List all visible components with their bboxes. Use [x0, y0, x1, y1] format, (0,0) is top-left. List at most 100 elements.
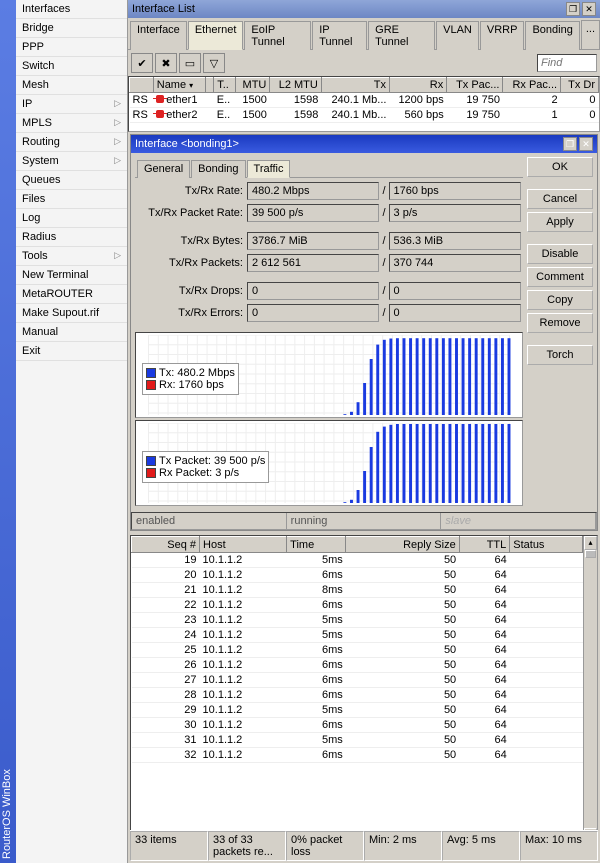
more-tabs-button[interactable]: ... — [581, 20, 600, 49]
interface-dialog-titlebar[interactable]: Interface <bonding1> ❐ ✕ — [131, 135, 597, 153]
ping-row[interactable]: 2210.1.1.26ms5064 — [132, 598, 597, 613]
column-header[interactable]: Time — [287, 537, 346, 553]
sidebar-item-ip[interactable]: IP▷ — [16, 95, 127, 114]
ping-grid[interactable]: Seq #HostTimeReply SizeTTLStatus▾1910.1.… — [130, 535, 598, 843]
column-header[interactable]: Name ▾ — [153, 78, 206, 93]
interface-row[interactable]: RSether2E..15001598240.1 Mb...560 bps19 … — [130, 108, 599, 123]
ping-row[interactable]: 2010.1.1.26ms5064 — [132, 568, 597, 583]
column-header[interactable]: Host — [200, 537, 287, 553]
column-header[interactable]: Reply Size — [346, 537, 459, 553]
ping-row[interactable]: 2310.1.1.25ms5064 — [132, 613, 597, 628]
column-header[interactable]: Seq # — [132, 537, 200, 553]
dialog-status: enabledrunningslave — [131, 512, 597, 530]
sidebar-item-mesh[interactable]: Mesh — [16, 76, 127, 95]
tab-ethernet[interactable]: Ethernet — [188, 21, 244, 50]
ping-row[interactable]: 3110.1.1.25ms5064 — [132, 733, 597, 748]
legend-swatch-icon — [146, 456, 156, 466]
column-header[interactable]: TTL — [459, 537, 510, 553]
ping-row[interactable]: 2610.1.1.26ms5064 — [132, 658, 597, 673]
copy-button[interactable]: Copy — [527, 290, 593, 310]
ping-row[interactable]: 2410.1.1.25ms5064 — [132, 628, 597, 643]
interface-grid[interactable]: Name ▾ T..MTUL2 MTUTxRxTx Pac...Rx Pac...… — [128, 76, 600, 132]
tab-traffic[interactable]: Traffic — [247, 160, 291, 178]
remove-button[interactable]: Remove — [527, 313, 593, 333]
scroll-thumb[interactable] — [585, 550, 596, 558]
tab-eoip-tunnel[interactable]: EoIP Tunnel — [244, 21, 311, 50]
stat-row: Tx/Rx Packets:2 612 561/370 744 — [137, 254, 521, 272]
sidebar-item-new-terminal[interactable]: New Terminal — [16, 266, 127, 285]
ok-button[interactable]: OK — [527, 157, 593, 177]
ok-toolbutton[interactable]: ✔ — [131, 53, 153, 73]
status-cell: slave — [441, 513, 596, 529]
column-header[interactable]: T.. — [214, 78, 236, 93]
find-input[interactable] — [537, 54, 597, 72]
interface-row[interactable]: RSether1E..15001598240.1 Mb...1200 bps19… — [130, 93, 599, 108]
sidebar-item-queues[interactable]: Queues — [16, 171, 127, 190]
column-header[interactable]: L2 MTU — [270, 78, 321, 93]
ping-row[interactable]: 2910.1.1.25ms5064 — [132, 703, 597, 718]
app-title-bar: RouterOS WinBox — [0, 0, 16, 863]
column-header[interactable] — [206, 78, 214, 93]
minimize-button[interactable]: ❐ — [566, 2, 580, 16]
column-header[interactable]: Tx Pac... — [447, 78, 503, 93]
tab-bonding[interactable]: Bonding — [525, 21, 579, 50]
column-header[interactable]: Status — [510, 537, 583, 553]
ping-row[interactable]: 2810.1.1.26ms5064 — [132, 688, 597, 703]
tab-gre-tunnel[interactable]: GRE Tunnel — [368, 21, 435, 50]
sidebar-item-bridge[interactable]: Bridge — [16, 19, 127, 38]
tab-bonding[interactable]: Bonding — [191, 160, 245, 178]
tab-interface[interactable]: Interface — [130, 21, 187, 50]
tab-general[interactable]: General — [137, 160, 190, 178]
vertical-scrollbar[interactable]: ▴ ▾ — [583, 536, 597, 842]
ping-row[interactable]: 3010.1.1.26ms5064 — [132, 718, 597, 733]
filter-toolbutton[interactable]: ▽ — [203, 53, 225, 73]
tx-value: 0 — [247, 304, 379, 322]
rx-value: 370 744 — [389, 254, 521, 272]
sidebar-item-switch[interactable]: Switch — [16, 57, 127, 76]
cancel-toolbutton[interactable]: ✖ — [155, 53, 177, 73]
stat-row: Tx/Rx Rate:480.2 Mbps/1760 bps — [137, 182, 521, 200]
column-header[interactable]: Tx Dr — [561, 78, 599, 93]
sidebar-item-routing[interactable]: Routing▷ — [16, 133, 127, 152]
tx-value: 480.2 Mbps — [247, 182, 379, 200]
cancel-button[interactable]: Cancel — [527, 189, 593, 209]
sidebar-item-manual[interactable]: Manual — [16, 323, 127, 342]
sidebar-item-mpls[interactable]: MPLS▷ — [16, 114, 127, 133]
sidebar-item-ppp[interactable]: PPP — [16, 38, 127, 57]
column-header[interactable]: MTU — [235, 78, 269, 93]
sidebar-item-exit[interactable]: Exit — [16, 342, 127, 361]
ping-row[interactable]: 2710.1.1.26ms5064 — [132, 673, 597, 688]
ping-row[interactable]: 1910.1.1.25ms5064 — [132, 553, 597, 568]
dialog-button-column: OK Cancel Apply Disable Comment Copy Remove Tor… — [527, 157, 593, 508]
dialog-title: Interface <bonding1> — [135, 138, 239, 150]
column-header[interactable]: Rx — [389, 78, 446, 93]
column-header[interactable]: Rx Pac... — [503, 78, 561, 93]
sidebar-item-log[interactable]: Log — [16, 209, 127, 228]
sidebar-item-tools[interactable]: Tools▷ — [16, 247, 127, 266]
sidebar-item-interfaces[interactable]: Interfaces — [16, 0, 127, 19]
apply-button[interactable]: Apply — [527, 212, 593, 232]
interface-list-titlebar[interactable]: Interface List ❐ ✕ — [128, 0, 600, 18]
sidebar-item-files[interactable]: Files — [16, 190, 127, 209]
sidebar-item-radius[interactable]: Radius — [16, 228, 127, 247]
comment-button[interactable]: Comment — [527, 267, 593, 287]
sidebar-item-make-supout-rif[interactable]: Make Supout.rif — [16, 304, 127, 323]
ping-row[interactable]: 3210.1.1.26ms5064 — [132, 748, 597, 763]
close-button[interactable]: ✕ — [579, 137, 593, 151]
ping-row[interactable]: 2110.1.1.28ms5064 — [132, 583, 597, 598]
tab-vlan[interactable]: VLAN — [436, 21, 479, 50]
ping-row[interactable]: 2510.1.1.26ms5064 — [132, 643, 597, 658]
scroll-up-arrow[interactable]: ▴ — [584, 536, 597, 550]
torch-button[interactable]: Torch — [527, 345, 593, 365]
close-button[interactable]: ✕ — [582, 2, 596, 16]
minimize-button[interactable]: ❐ — [563, 137, 577, 151]
sidebar-item-metarouter[interactable]: MetaROUTER — [16, 285, 127, 304]
status-cell: 33 items — [130, 831, 208, 861]
tab-ip-tunnel[interactable]: IP Tunnel — [312, 21, 367, 50]
column-header[interactable]: Tx — [321, 78, 389, 93]
notes-toolbutton[interactable]: ▭ — [179, 53, 201, 73]
tab-vrrp[interactable]: VRRP — [480, 21, 525, 50]
disable-button[interactable]: Disable — [527, 244, 593, 264]
sidebar-item-system[interactable]: System▷ — [16, 152, 127, 171]
column-header[interactable] — [130, 78, 154, 93]
